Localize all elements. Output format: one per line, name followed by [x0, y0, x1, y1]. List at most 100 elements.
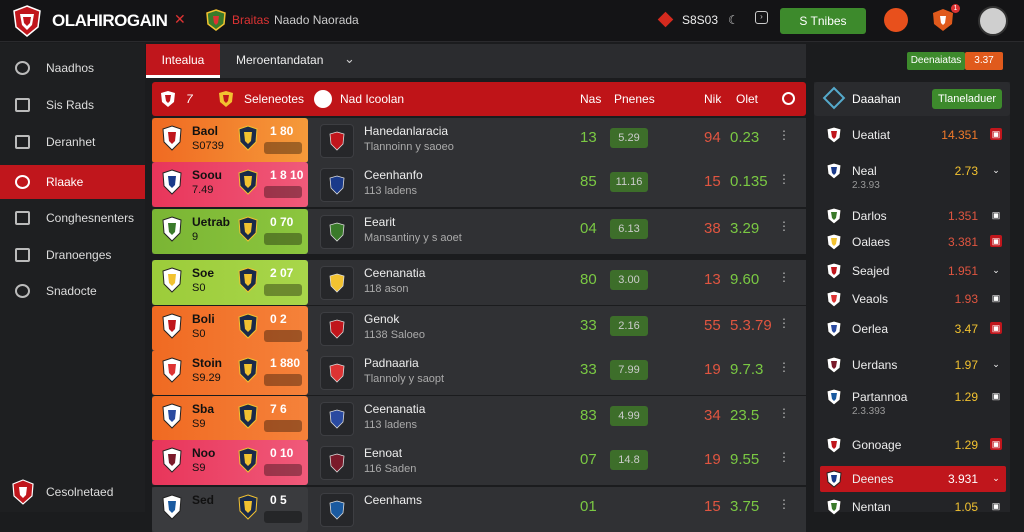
item-action-icon[interactable]: ▣: [990, 322, 1002, 334]
item-value[interactable]: 3.47: [955, 322, 978, 336]
odds-value[interactable]: 9.60: [730, 271, 759, 288]
item-action-icon[interactable]: ▣: [990, 292, 1002, 304]
tab-active[interactable]: Intealua: [146, 44, 220, 78]
list-item[interactable]: Seajed 1.951 ⌄: [820, 258, 1006, 284]
list-item[interactable]: Oalaes 3.381 ▣: [820, 229, 1006, 255]
match-title[interactable]: Ceenhams: [364, 493, 422, 507]
action-button[interactable]: S Tnibes: [780, 8, 866, 34]
list-item[interactable]: Ueatiat 14.351 ▣: [820, 122, 1006, 148]
odds-value[interactable]: 0.23: [730, 129, 759, 146]
odds-value[interactable]: 23.5: [730, 407, 759, 424]
item-action-icon[interactable]: ▣: [990, 500, 1002, 512]
item-action-icon[interactable]: ▣: [990, 128, 1002, 140]
table-row[interactable]: Soou 7.49 1 8 10 Ceenhanfo 113 ladens 85…: [152, 162, 806, 207]
chevron-down-icon[interactable]: ⌄: [344, 51, 355, 67]
match-title[interactable]: Eenoat: [364, 446, 402, 460]
item-action-icon[interactable]: ⌄: [990, 264, 1002, 276]
team-cell[interactable]: Sba S9 7 6: [152, 396, 308, 441]
more-icon[interactable]: ⋮: [778, 497, 790, 511]
table-row[interactable]: Baol S0739 1 80 Hanedanlaracia Tlannoinn…: [152, 118, 806, 163]
odds-value[interactable]: 5.3.79: [730, 317, 772, 334]
tab-dropdown[interactable]: Meroentandatan: [236, 53, 323, 67]
chevron-icon[interactable]: ›: [755, 11, 768, 24]
item-action-icon[interactable]: ▣: [990, 438, 1002, 450]
team-cell[interactable]: Stoin S9.29 1 880: [152, 350, 308, 395]
more-icon[interactable]: ⋮: [778, 128, 790, 142]
top-nav-label[interactable]: Naado Naorada: [274, 13, 359, 27]
team-cell[interactable]: Soou 7.49 1 8 10: [152, 162, 308, 207]
item-value[interactable]: 2.73: [955, 164, 978, 178]
table-row[interactable]: Noo S9 0 10 Eenoat 116 Saden 07 14.8 19 …: [152, 440, 806, 485]
more-icon[interactable]: ⋮: [778, 219, 790, 233]
match-title[interactable]: Ceenhanfo: [364, 168, 423, 182]
sidebar-footer-label[interactable]: Cesolnetaed: [46, 485, 113, 499]
item-value[interactable]: 1.97: [955, 358, 978, 372]
close-icon[interactable]: ✕: [174, 11, 186, 28]
item-action-icon[interactable]: ▣: [990, 390, 1002, 402]
odds-value[interactable]: 0.135: [730, 173, 768, 190]
stat-b-pill[interactable]: 7.99: [610, 360, 648, 380]
list-item[interactable]: Deenes 3.931 ⌄: [820, 466, 1006, 492]
list-item[interactable]: Gonoage 1.29 ▣: [820, 432, 1006, 458]
stat-b-pill[interactable]: 6.13: [610, 219, 648, 239]
item-action-icon[interactable]: ⌄: [990, 164, 1002, 176]
team-cell[interactable]: Soe S0 2 07: [152, 260, 308, 305]
stat-b-pill[interactable]: 14.8: [610, 450, 648, 470]
more-icon[interactable]: ⋮: [778, 360, 790, 374]
right-panel-button[interactable]: Tlaneladuer: [932, 89, 1002, 109]
stat-b-pill[interactable]: 11.16: [610, 172, 648, 192]
refresh-icon[interactable]: [782, 92, 795, 105]
right-header-green[interactable]: Deenaiatas: [907, 52, 965, 70]
moon-icon[interactable]: ☾: [728, 13, 739, 27]
match-title[interactable]: Ceenanatia: [364, 266, 425, 280]
sidebar-item-2[interactable]: Sis Rads: [0, 88, 145, 122]
sidebar-item-5[interactable]: Conghesnenters: [0, 201, 145, 235]
stat-b-pill[interactable]: 2.16: [610, 316, 648, 336]
team-cell[interactable]: Sed 0 5: [152, 487, 308, 532]
item-value[interactable]: 1.351: [948, 209, 978, 223]
more-icon[interactable]: ⋮: [778, 270, 790, 284]
list-item[interactable]: Neal 2.3.93 2.73 ⌄: [820, 158, 1006, 191]
item-action-icon[interactable]: ▣: [990, 235, 1002, 247]
list-item[interactable]: Veaols 1.93 ▣: [820, 286, 1006, 312]
item-value[interactable]: 14.351: [941, 128, 978, 142]
sidebar-item-4[interactable]: Rlaake: [0, 165, 145, 199]
team-cell[interactable]: Noo S9 0 10: [152, 440, 308, 485]
list-item[interactable]: Darlos 1.351 ▣: [820, 203, 1006, 229]
sidebar-item-6[interactable]: Dranoenges: [0, 238, 145, 272]
table-row[interactable]: Sba S9 7 6 Ceenanatia 113 ladens 83 4.99…: [152, 396, 806, 441]
stat-b-pill[interactable]: 3.00: [610, 270, 648, 290]
sidebar-item-3[interactable]: Deranhet: [0, 125, 145, 159]
list-item[interactable]: Oerlea 3.47 ▣: [820, 316, 1006, 342]
stat-b-pill[interactable]: 4.99: [610, 406, 648, 426]
item-value[interactable]: 1.93: [955, 292, 978, 306]
match-title[interactable]: Eearit: [364, 215, 395, 229]
item-action-icon[interactable]: ▣: [990, 209, 1002, 221]
more-icon[interactable]: ⋮: [778, 172, 790, 186]
item-value[interactable]: 1.29: [955, 438, 978, 452]
match-title[interactable]: Hanedanlaracia: [364, 124, 448, 138]
item-value[interactable]: 1.29: [955, 390, 978, 404]
more-icon[interactable]: ⋮: [778, 316, 790, 330]
table-row[interactable]: Sed 0 5 Ceenhams 01 15 3.75 ⋮: [152, 487, 806, 532]
avatar[interactable]: [978, 6, 1008, 36]
table-row[interactable]: Stoin S9.29 1 880 Padnaaria Tlannoly y s…: [152, 350, 806, 395]
right-header-orange[interactable]: 3.37: [965, 52, 1003, 70]
team-cell[interactable]: Boli S0 0 2: [152, 306, 308, 351]
more-icon[interactable]: ⋮: [778, 450, 790, 464]
table-row[interactable]: Boli S0 0 2 Genok 1138 Saloeo 33 2.16 55…: [152, 306, 806, 351]
team-cell[interactable]: Baol S0739 1 80: [152, 118, 308, 163]
match-title[interactable]: Genok: [364, 312, 399, 326]
sidebar-item-7[interactable]: Snadocte: [0, 274, 145, 308]
top-red-label[interactable]: Braitas: [232, 13, 269, 27]
fire-icon[interactable]: [884, 8, 908, 32]
list-item[interactable]: Nentan 1.05 ▣: [820, 494, 1006, 520]
more-icon[interactable]: ⋮: [778, 406, 790, 420]
odds-value[interactable]: 9.55: [730, 451, 759, 468]
sidebar-item-1[interactable]: Naadhos: [0, 51, 145, 85]
match-title[interactable]: Padnaaria: [364, 356, 419, 370]
table-row[interactable]: Uetrab 9 0 70 Eearit Mansantiny y s aoet…: [152, 209, 806, 254]
table-row[interactable]: Soe S0 2 07 Ceenanatia 118 ason 80 3.00 …: [152, 260, 806, 305]
list-item[interactable]: Uerdans 1.97 ⌄: [820, 352, 1006, 378]
odds-value[interactable]: 9.7.3: [730, 361, 763, 378]
